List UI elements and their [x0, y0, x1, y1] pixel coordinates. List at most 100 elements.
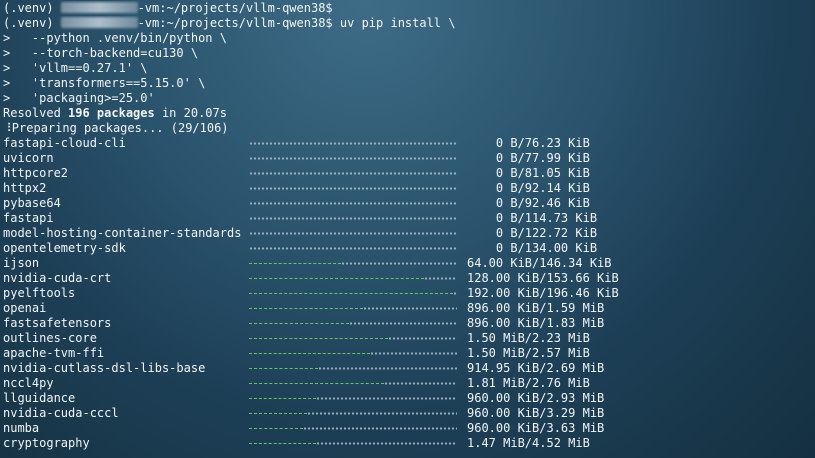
progress-bar-remaining: [249, 232, 457, 235]
package-row: llguidance 960.00 KiB/2.93 MiB: [3, 391, 815, 406]
progress-bar: [249, 181, 457, 196]
progress-bar: [249, 331, 457, 346]
package-row: pyelftools 192.00 KiB/196.46 KiB: [3, 286, 815, 301]
package-size: 64.00 KiB/146.34 KiB: [467, 256, 612, 270]
package-size: 1.50 MiB/2.57 MiB: [467, 346, 590, 360]
prompt-line-2: (.venv) -vm:~/projects/vllm-qwen38$ uv pi…: [3, 16, 815, 31]
progress-bar-fill: [249, 353, 370, 355]
terminal-window[interactable]: (.venv) -vm:~/projects/vllm-qwen38$ (.ven…: [0, 0, 815, 458]
package-row: uvicorn 0 B/77.99 KiB: [3, 151, 815, 166]
command-text: uv pip install \: [339, 16, 456, 30]
package-name: fastapi-cloud-cli: [3, 136, 126, 150]
package-name: ijson: [3, 256, 40, 270]
package-row: fastapi 0 B/114.73 KiB: [3, 211, 815, 226]
package-row: opentelemetry-sdk 0 B/134.00 KiB: [3, 241, 815, 256]
preparing-text: Preparing packages... (29/106): [11, 121, 229, 135]
progress-bar-remaining: [424, 277, 457, 280]
progress-bar: [249, 136, 457, 151]
package-size: 0 B/76.23 KiB: [467, 136, 590, 150]
progress-bar: [249, 436, 457, 451]
progress-bar: [249, 211, 457, 226]
progress-bar-remaining: [303, 427, 457, 430]
progress-bar: [249, 316, 457, 331]
progress-bar-fill: [249, 308, 363, 310]
package-row: apache-tvm-ffi 1.50 MiB/2.57 MiB: [3, 346, 815, 361]
package-row: nccl4py 1.81 MiB/2.76 MiB: [3, 376, 815, 391]
progress-bar: [249, 406, 457, 421]
package-name: fastsafetensors: [3, 316, 112, 330]
progress-bar-remaining: [316, 442, 457, 445]
package-size: 0 B/92.14 KiB: [467, 181, 590, 195]
package-size: 914.95 KiB/2.69 MiB: [467, 361, 605, 375]
progress-bar-remaining: [249, 157, 457, 160]
package-name: uvicorn: [3, 151, 54, 165]
package-size: 0 B/114.73 KiB: [467, 211, 598, 225]
package-name: numba: [3, 421, 40, 435]
package-size: 896.00 KiB/1.83 MiB: [467, 316, 605, 330]
progress-bar-remaining: [249, 202, 457, 205]
progress-bar-fill: [249, 293, 453, 295]
package-name: apache-tvm-ffi: [3, 346, 105, 360]
progress-bar: [249, 301, 457, 316]
package-size: 1.81 MiB/2.76 MiB: [467, 376, 590, 390]
package-size: 0 B/134.00 KiB: [467, 241, 598, 255]
package-size: 192.00 KiB/196.46 KiB: [467, 286, 619, 300]
package-size: 0 B/81.05 KiB: [467, 166, 590, 180]
progress-bar: [249, 226, 457, 241]
progress-bar-remaining: [341, 262, 457, 265]
package-row: fastapi-cloud-cli 0 B/76.23 KiB: [3, 136, 815, 151]
command-continuation: > 'transformers==5.15.0' \: [3, 76, 206, 90]
package-name: httpcore2: [3, 166, 69, 180]
resolved-line: Resolved 196 packages in 20.07s: [3, 106, 815, 121]
progress-bar: [249, 166, 457, 181]
progress-bar-remaining: [318, 367, 457, 370]
progress-bar-remaining: [370, 352, 457, 355]
package-size: 960.00 KiB/2.93 MiB: [467, 391, 605, 405]
package-row: openai 896.00 KiB/1.59 MiB: [3, 301, 815, 316]
progress-bar-remaining: [249, 172, 457, 175]
package-name: nvidia-cuda-cccl: [3, 406, 119, 420]
package-name: nvidia-cutlass-dsl-libs-base: [3, 361, 206, 375]
package-size: 0 B/92.46 KiB: [467, 196, 590, 210]
package-row: cryptography 1.47 MiB/4.52 MiB: [3, 436, 815, 451]
progress-bar-remaining: [349, 322, 457, 325]
package-size: 128.00 KiB/153.66 KiB: [467, 271, 619, 285]
command-continuation: > --python .venv/bin/python \: [3, 31, 227, 45]
progress-bar-fill: [249, 338, 388, 340]
progress-bar-fill: [249, 398, 316, 400]
package-name: outlines-core: [3, 331, 97, 345]
progress-bar-fill: [249, 323, 349, 325]
progress-bar: [249, 151, 457, 166]
progress-bar-remaining: [249, 142, 457, 145]
progress-bar-remaining: [316, 397, 457, 400]
command-continuation: > 'vllm==0.27.1' \: [3, 61, 148, 75]
package-name: pyelftools: [3, 286, 76, 300]
progress-bar: [249, 391, 457, 406]
resolved-count: 196 packages: [68, 106, 155, 120]
progress-bar-fill: [249, 443, 316, 445]
package-row: nvidia-cutlass-dsl-libs-base 914.95 KiB/2…: [3, 361, 815, 376]
package-name: nccl4py: [3, 376, 54, 390]
package-name: cryptography: [3, 436, 90, 450]
package-size: 0 B/122.72 KiB: [467, 226, 598, 240]
progress-bar-fill: [249, 428, 303, 430]
package-row: numba 960.00 KiB/3.63 MiB: [3, 421, 815, 436]
progress-bar: [249, 346, 457, 361]
progress-bar: [249, 241, 457, 256]
progress-bar-remaining: [249, 187, 457, 190]
package-size: 960.00 KiB/3.29 MiB: [467, 406, 605, 420]
progress-bar: [249, 361, 457, 376]
prompt-path: -vm:~/projects/vllm-qwen38$: [137, 1, 333, 15]
progress-bar-remaining: [307, 412, 457, 415]
prompt-path: -vm:~/projects/vllm-qwen38$: [137, 16, 333, 30]
package-row: fastsafetensors 896.00 KiB/1.83 MiB: [3, 316, 815, 331]
resolved-suffix: in 20.07s: [154, 106, 227, 120]
progress-bar-fill: [249, 413, 307, 415]
progress-bar-fill: [249, 278, 424, 280]
progress-bar-remaining: [384, 382, 457, 385]
package-name: fastapi: [3, 211, 54, 225]
package-name: llguidance: [3, 391, 76, 405]
redacted-username: [60, 2, 138, 13]
package-row: model-hosting-container-standards 0 B/12…: [3, 226, 815, 241]
spinner-icon: ⠸: [3, 121, 12, 135]
